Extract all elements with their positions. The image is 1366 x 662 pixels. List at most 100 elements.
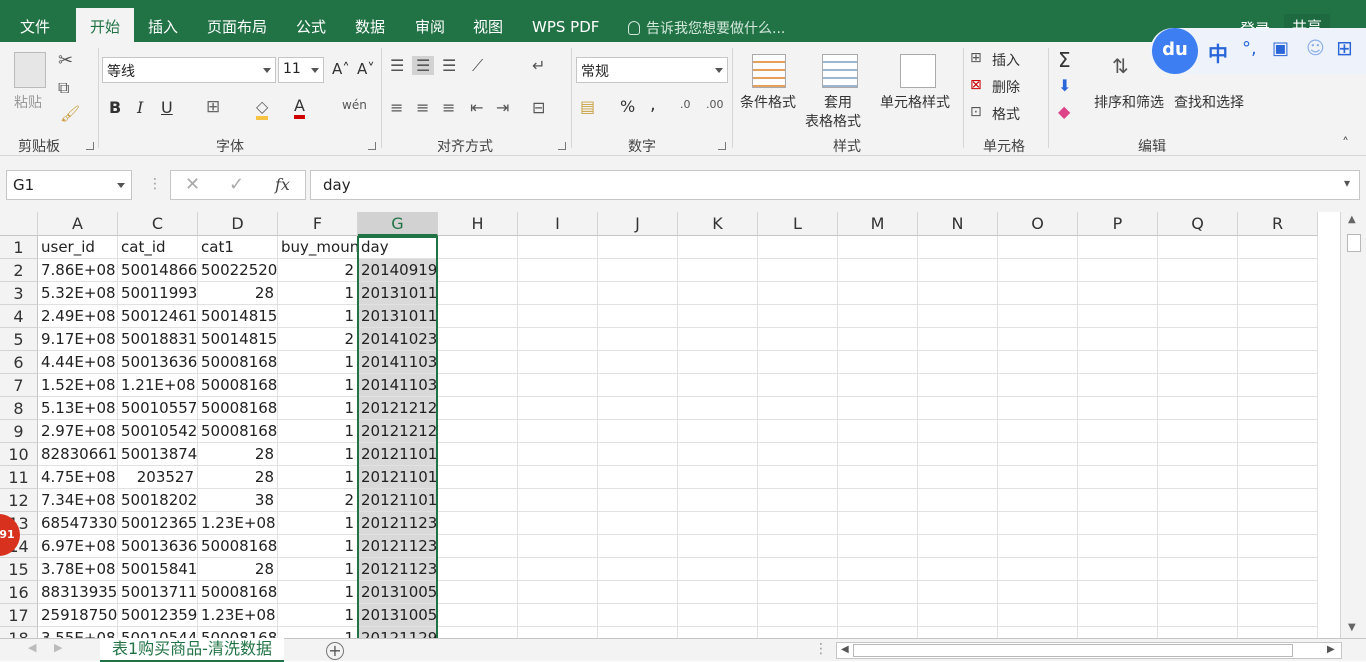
cell-h1[interactable] (438, 236, 518, 259)
cell-p18[interactable] (1078, 627, 1158, 638)
cell-c18[interactable]: 50010544 (118, 627, 198, 638)
cell-o6[interactable] (998, 351, 1078, 374)
fill-color-icon[interactable]: ◇ (256, 97, 269, 120)
cell-p9[interactable] (1078, 420, 1158, 443)
cell-p15[interactable] (1078, 558, 1158, 581)
tab-wps-pdf[interactable]: WPS PDF (532, 0, 599, 42)
row-header[interactable]: 8 (0, 397, 38, 420)
decrease-indent-icon[interactable]: ⇤ (470, 98, 483, 117)
cell-c10[interactable]: 50013874 (118, 443, 198, 466)
cell-d3[interactable]: 28 (198, 282, 278, 305)
cell-g9[interactable]: 20121212 (358, 420, 438, 443)
cell-n4[interactable] (918, 305, 998, 328)
italic-icon[interactable]: I (137, 98, 143, 117)
cell-p6[interactable] (1078, 351, 1158, 374)
cell-q6[interactable] (1158, 351, 1238, 374)
column-header-h[interactable]: H (438, 212, 518, 236)
sort-filter-icon[interactable]: ⇅ (1112, 54, 1129, 78)
cell-j18[interactable] (598, 627, 678, 638)
cell-a16[interactable]: 88313935 (38, 581, 118, 604)
cell-h17[interactable] (438, 604, 518, 627)
cell-h11[interactable] (438, 466, 518, 489)
column-header-i[interactable]: I (518, 212, 598, 236)
cell-o15[interactable] (998, 558, 1078, 581)
cell-a8[interactable]: 5.13E+08 (38, 397, 118, 420)
cell-f5[interactable]: 2 (278, 328, 358, 351)
cell-i13[interactable] (518, 512, 598, 535)
cell-a6[interactable]: 4.44E+08 (38, 351, 118, 374)
cell-h4[interactable] (438, 305, 518, 328)
cell-o14[interactable] (998, 535, 1078, 558)
row-header[interactable]: 11 (0, 466, 38, 489)
cell-p5[interactable] (1078, 328, 1158, 351)
cell-i12[interactable] (518, 489, 598, 512)
shrink-font-icon[interactable]: A˅ (357, 60, 375, 78)
cell-i8[interactable] (518, 397, 598, 420)
cell-r3[interactable] (1238, 282, 1318, 305)
cell-n12[interactable] (918, 489, 998, 512)
cell-a14[interactable]: 6.97E+08 (38, 535, 118, 558)
cell-j8[interactable] (598, 397, 678, 420)
cell-d4[interactable]: 50014815 (198, 305, 278, 328)
cell-d16[interactable]: 50008168 (198, 581, 278, 604)
cell-q11[interactable] (1158, 466, 1238, 489)
column-header-g[interactable]: G (358, 212, 438, 236)
cell-l16[interactable] (758, 581, 838, 604)
paste-button[interactable]: 粘贴 (14, 92, 42, 112)
cell-styles-icon[interactable] (900, 54, 936, 88)
cell-r7[interactable] (1238, 374, 1318, 397)
cell-r4[interactable] (1238, 305, 1318, 328)
increase-indent-icon[interactable]: ⇥ (496, 98, 509, 117)
insert-cells-button[interactable]: 插入 (992, 50, 1020, 70)
cell-f13[interactable]: 1 (278, 512, 358, 535)
cell-h2[interactable] (438, 259, 518, 282)
cell-i18[interactable] (518, 627, 598, 638)
cell-r5[interactable] (1238, 328, 1318, 351)
cell-p13[interactable] (1078, 512, 1158, 535)
cell-k18[interactable] (678, 627, 758, 638)
row-header[interactable]: 10 (0, 443, 38, 466)
cell-h7[interactable] (438, 374, 518, 397)
cell-j6[interactable] (598, 351, 678, 374)
row-header[interactable]: 3 (0, 282, 38, 305)
cell-f4[interactable]: 1 (278, 305, 358, 328)
cell-h12[interactable] (438, 489, 518, 512)
cell-f12[interactable]: 2 (278, 489, 358, 512)
cell-d7[interactable]: 50008168 (198, 374, 278, 397)
cell-h3[interactable] (438, 282, 518, 305)
row-header[interactable]: 6 (0, 351, 38, 374)
cell-l2[interactable] (758, 259, 838, 282)
phonetic-icon[interactable]: wén (342, 98, 367, 112)
cell-r2[interactable] (1238, 259, 1318, 282)
cell-a18[interactable]: 3.55E+08 (38, 627, 118, 638)
cell-m14[interactable] (838, 535, 918, 558)
cell-p12[interactable] (1078, 489, 1158, 512)
cell-p16[interactable] (1078, 581, 1158, 604)
cell-a1[interactable]: user_id (38, 236, 118, 259)
row-header[interactable]: 9 (0, 420, 38, 443)
cell-j11[interactable] (598, 466, 678, 489)
cell-n14[interactable] (918, 535, 998, 558)
cell-p8[interactable] (1078, 397, 1158, 420)
cell-d14[interactable]: 50008168 (198, 535, 278, 558)
underline-icon[interactable]: U (161, 98, 173, 117)
cell-g15[interactable]: 20121123 (358, 558, 438, 581)
sort-filter-button[interactable]: 排序和筛选 (1094, 92, 1164, 112)
cell-k9[interactable] (678, 420, 758, 443)
cell-n15[interactable] (918, 558, 998, 581)
cell-q5[interactable] (1158, 328, 1238, 351)
cell-f2[interactable]: 2 (278, 259, 358, 282)
row-header[interactable]: 18 (0, 627, 38, 638)
add-sheet-button[interactable]: + (326, 642, 344, 660)
cell-c15[interactable]: 50015841 (118, 558, 198, 581)
cell-i10[interactable] (518, 443, 598, 466)
cell-d2[interactable]: 50022520 (198, 259, 278, 282)
cell-j14[interactable] (598, 535, 678, 558)
column-header-d[interactable]: D (198, 212, 278, 236)
cell-l1[interactable] (758, 236, 838, 259)
cell-c12[interactable]: 50018202 (118, 489, 198, 512)
bold-icon[interactable]: B (109, 98, 121, 117)
cell-l8[interactable] (758, 397, 838, 420)
cell-g18[interactable]: 20121129 (358, 627, 438, 638)
cell-a7[interactable]: 1.52E+08 (38, 374, 118, 397)
